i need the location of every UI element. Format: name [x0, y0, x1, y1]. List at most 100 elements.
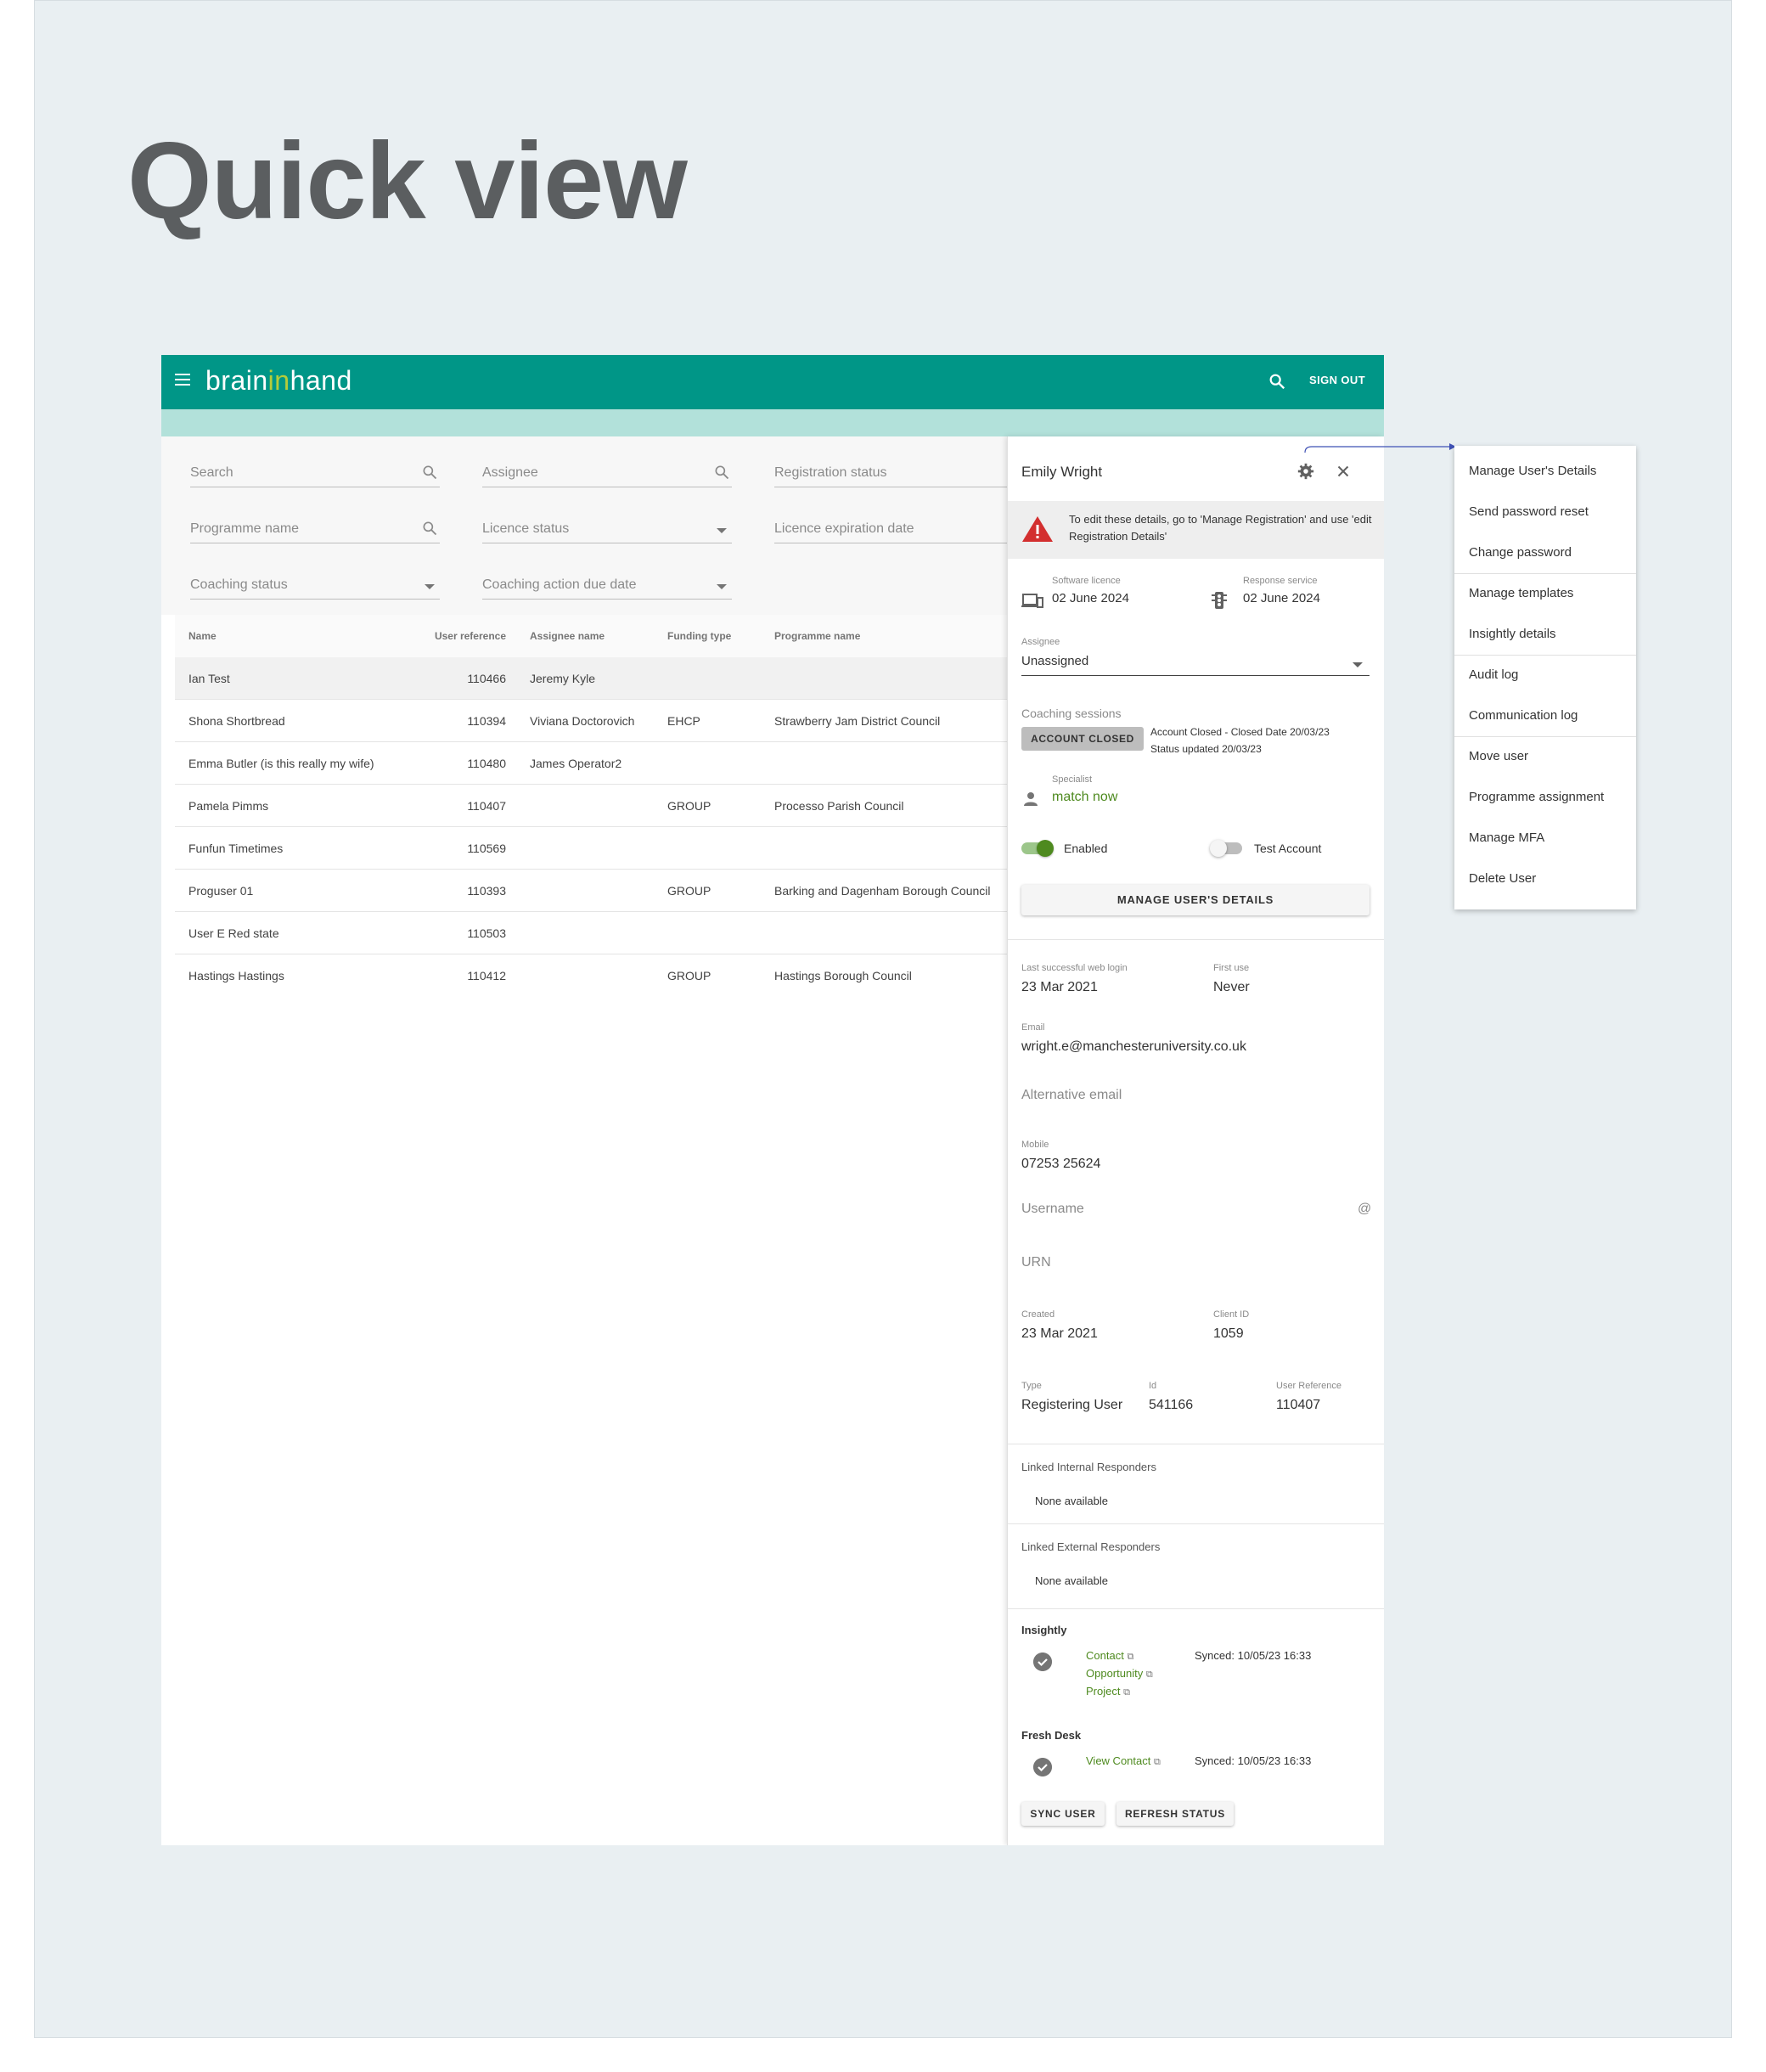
- linked-external-responders-title: Linked External Responders: [1021, 1540, 1161, 1553]
- brand-logo[interactable]: braininhand: [205, 365, 352, 397]
- cell-assignee: James Operator2: [530, 757, 622, 770]
- menu-item-move-user[interactable]: Move user: [1469, 749, 1528, 763]
- column-header-assignee[interactable]: Assignee name: [530, 615, 605, 657]
- table-row[interactable]: Proguser 01 110393 GROUP Barking and Dag…: [175, 870, 1007, 912]
- client-id-label: Client ID: [1213, 1309, 1250, 1320]
- search-icon: [423, 521, 437, 536]
- type-value: Registering User: [1021, 1398, 1123, 1412]
- mobile-label: Mobile: [1021, 1140, 1049, 1150]
- sync-user-button[interactable]: SYNC USER: [1021, 1802, 1105, 1826]
- menu-divider: [1454, 573, 1636, 574]
- menu-item-programme-assignment[interactable]: Programme assignment: [1469, 790, 1604, 804]
- cell-funding: GROUP: [667, 969, 711, 983]
- table-row[interactable]: Hastings Hastings 110412 GROUP Hastings …: [175, 954, 1007, 997]
- test-account-toggle[interactable]: [1210, 840, 1242, 857]
- urn-field[interactable]: URN: [1021, 1255, 1051, 1270]
- enabled-label: Enabled: [1064, 842, 1108, 855]
- cell-user-reference: 110393: [467, 884, 506, 898]
- dropdown-arrow-icon[interactable]: [1353, 662, 1363, 667]
- cell-name: Proguser 01: [188, 884, 254, 898]
- enabled-toggle[interactable]: [1021, 840, 1054, 857]
- column-header-funding-type[interactable]: Funding type: [667, 615, 731, 657]
- insightly-contact-link[interactable]: Contact ⧉: [1086, 1649, 1133, 1663]
- external-link-icon: ⧉: [1145, 1669, 1153, 1680]
- menu-divider: [1454, 655, 1636, 656]
- alternative-email-field[interactable]: Alternative email: [1021, 1088, 1122, 1103]
- table-row[interactable]: User E Red state 110503: [175, 912, 1007, 954]
- traffic-light-icon: [1212, 592, 1227, 609]
- licence-expiration-date-field[interactable]: Licence expiration date: [774, 510, 1007, 543]
- coaching-action-due-date-select[interactable]: Coaching action due date: [482, 566, 732, 600]
- at-symbol: @: [1358, 1202, 1372, 1216]
- check-circle-icon: [1033, 1653, 1052, 1671]
- app-window: braininhand SIGN OUT Search Assignee Reg…: [161, 355, 1384, 1845]
- first-use-label: First use: [1213, 963, 1250, 973]
- last-login-value: 23 Mar 2021: [1021, 980, 1098, 994]
- manage-users-details-button[interactable]: MANAGE USER'S DETAILS: [1021, 885, 1369, 915]
- external-link-icon: ⧉: [1123, 1687, 1130, 1698]
- column-header-user-reference[interactable]: User reference: [435, 615, 506, 657]
- none-available-internal: None available: [1035, 1495, 1109, 1507]
- sign-out-button[interactable]: SIGN OUT: [1309, 374, 1365, 386]
- column-header-programme-name[interactable]: Programme name: [774, 615, 860, 657]
- gear-icon[interactable]: [1296, 462, 1315, 481]
- user-reference-label: User Reference: [1276, 1381, 1342, 1391]
- menu-item-manage-mfa[interactable]: Manage MFA: [1469, 830, 1544, 845]
- user-name-title: Emily Wright: [1021, 464, 1103, 480]
- table-row[interactable]: Ian Test 110466 Jeremy Kyle: [175, 657, 1007, 700]
- cell-name: Shona Shortbread: [188, 714, 285, 728]
- registration-status-field[interactable]: Registration status: [774, 453, 1007, 487]
- programme-name-field[interactable]: Programme name: [190, 510, 440, 543]
- insightly-opportunity-link[interactable]: Opportunity ⧉: [1086, 1667, 1153, 1681]
- table-row[interactable]: Shona Shortbread 110394 Viviana Doctorov…: [175, 700, 1007, 742]
- user-reference-value: 110407: [1276, 1398, 1321, 1412]
- assignee-field[interactable]: Assignee: [482, 453, 732, 487]
- table-row[interactable]: Funfun Timetimes 110569: [175, 827, 1007, 870]
- fresh-desk-title: Fresh Desk: [1021, 1729, 1082, 1742]
- menu-item-manage-templates[interactable]: Manage templates: [1469, 586, 1573, 600]
- refresh-status-button[interactable]: REFRESH STATUS: [1116, 1802, 1234, 1826]
- cell-assignee: Viviana Doctorovich: [530, 714, 635, 728]
- connector-arrow: [1304, 443, 1456, 453]
- close-icon[interactable]: [1334, 462, 1353, 481]
- menu-item-delete-user[interactable]: Delete User: [1469, 871, 1536, 886]
- search-icon: [423, 465, 437, 480]
- dropdown-arrow-icon: [717, 528, 727, 533]
- table-row[interactable]: Pamela Pimms 110407 GROUP Processo Paris…: [175, 785, 1007, 827]
- devices-icon: [1021, 594, 1043, 608]
- menu-item-change-password[interactable]: Change password: [1469, 545, 1572, 560]
- software-licence-label: Software licence: [1052, 576, 1121, 586]
- coaching-status-select[interactable]: Coaching status: [190, 566, 440, 600]
- licence-status-select[interactable]: Licence status: [482, 510, 732, 543]
- linked-internal-responders-title: Linked Internal Responders: [1021, 1461, 1156, 1473]
- menu-item-send-password-reset[interactable]: Send password reset: [1469, 504, 1589, 519]
- column-header-name[interactable]: Name: [188, 615, 217, 657]
- menu-item-audit-log[interactable]: Audit log: [1469, 667, 1518, 682]
- search-icon[interactable]: [1268, 372, 1286, 391]
- email-label: Email: [1021, 1022, 1045, 1033]
- email-value: wright.e@manchesteruniversity.co.uk: [1021, 1039, 1246, 1054]
- account-closed-badge: ACCOUNT CLOSED: [1021, 727, 1144, 751]
- search-field[interactable]: Search: [190, 453, 440, 487]
- hamburger-menu-icon[interactable]: [175, 374, 190, 386]
- cell-programme: Hastings Borough Council: [774, 969, 912, 983]
- menu-item-communication-log[interactable]: Communication log: [1469, 708, 1578, 723]
- cell-user-reference: 110412: [467, 969, 506, 983]
- divider: [1008, 1523, 1384, 1524]
- username-field[interactable]: Username: [1021, 1202, 1084, 1217]
- dropdown-arrow-icon: [717, 584, 727, 589]
- software-licence-value: 02 June 2024: [1052, 591, 1129, 605]
- cell-funding: GROUP: [667, 799, 711, 813]
- cell-name: Funfun Timetimes: [188, 842, 284, 855]
- divider: [1008, 939, 1384, 940]
- table-row[interactable]: Emma Butler (is this really my wife) 110…: [175, 742, 1007, 785]
- menu-item-manage-users-details[interactable]: Manage User's Details: [1469, 464, 1596, 478]
- insightly-project-link[interactable]: Project ⧉: [1086, 1685, 1130, 1698]
- match-now-link[interactable]: match now: [1052, 790, 1117, 805]
- menu-item-insightly-details[interactable]: Insightly details: [1469, 627, 1556, 641]
- assignee-select-value[interactable]: Unassigned: [1021, 654, 1088, 668]
- search-icon: [715, 465, 729, 480]
- sub-bar: [161, 409, 1384, 436]
- type-label: Type: [1021, 1381, 1042, 1391]
- view-contact-link[interactable]: View Contact ⧉: [1086, 1754, 1161, 1768]
